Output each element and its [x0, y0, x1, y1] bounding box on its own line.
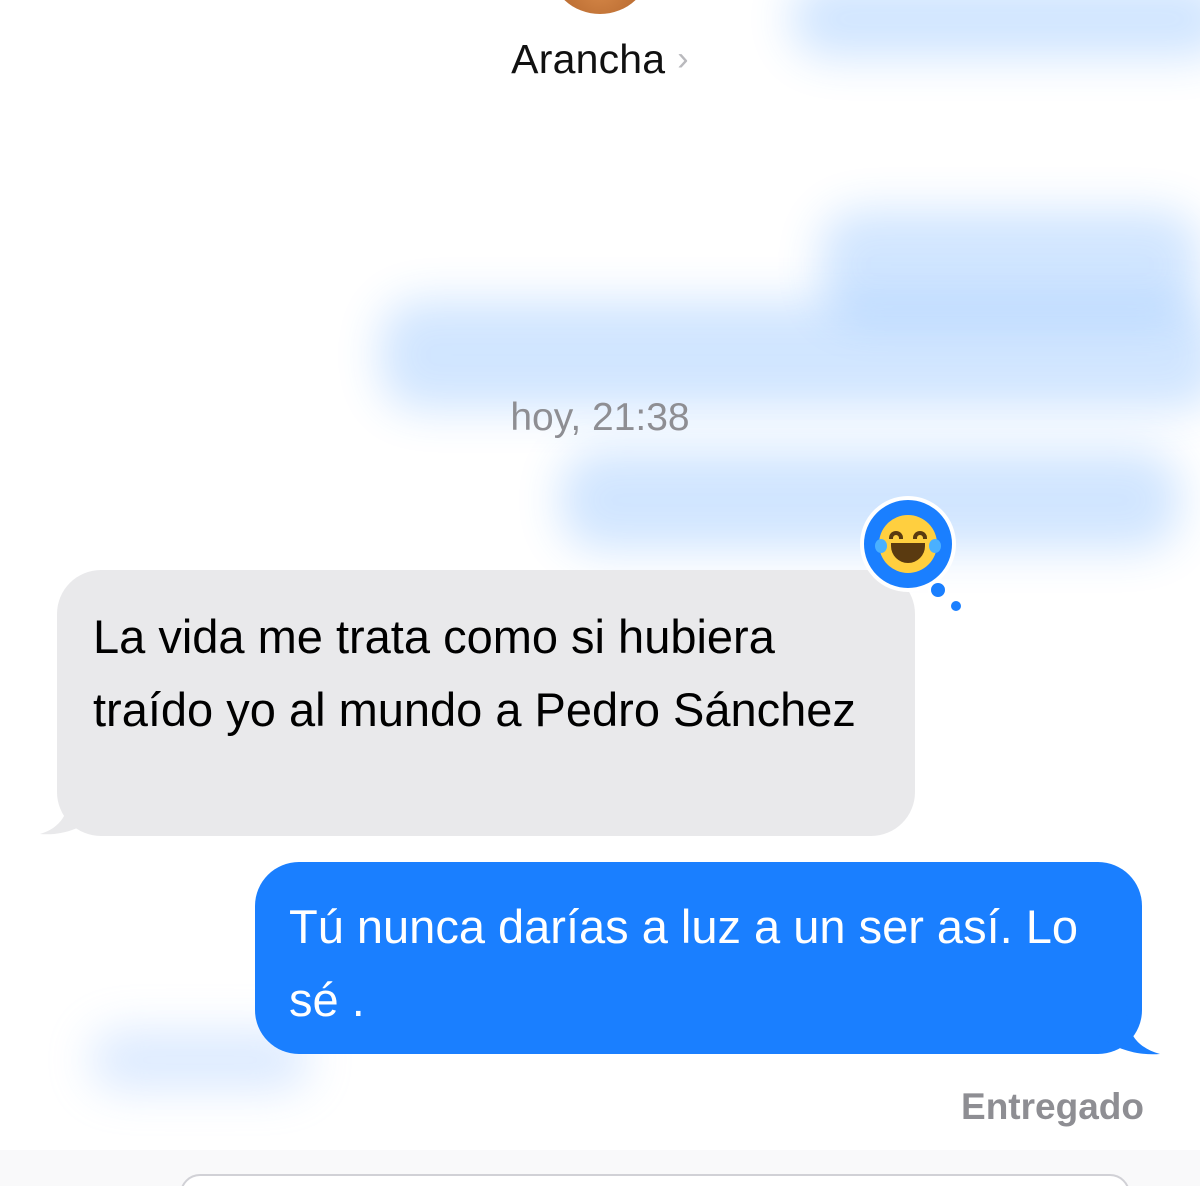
contact-avatar[interactable] — [550, 0, 650, 14]
message-text: Tú nunca darías a luz a un ser así. Lo s… — [289, 900, 1079, 1026]
chevron-right-icon[interactable]: › — [677, 40, 689, 79]
conversation-screen: Arancha › hoy, 21:38 La vida me trata co… — [0, 0, 1200, 1186]
outgoing-message-bubble[interactable]: Tú nunca darías a luz a un ser así. Lo s… — [255, 862, 1142, 1054]
message-text: La vida me trata como si hubiera traído … — [93, 610, 856, 736]
delivery-status: Entregado — [961, 1086, 1144, 1127]
face-with-tears-of-joy-icon — [875, 515, 941, 573]
contact-name[interactable]: Arancha — [511, 36, 665, 83]
reaction-tail-dot — [928, 580, 948, 600]
bubble-tail-incoming — [40, 788, 98, 835]
message-timestamp: hoy, 21:38 — [510, 396, 690, 439]
bubble-tail-outgoing — [1098, 1006, 1160, 1055]
blurred-message — [380, 300, 1200, 410]
incoming-message-bubble[interactable]: La vida me trata como si hubiera traído … — [57, 570, 915, 836]
reaction-badge[interactable] — [860, 496, 956, 592]
message-input[interactable] — [180, 1174, 1130, 1186]
reaction-tail-dot — [948, 598, 964, 614]
contact-header[interactable]: Arancha › — [0, 36, 1200, 83]
